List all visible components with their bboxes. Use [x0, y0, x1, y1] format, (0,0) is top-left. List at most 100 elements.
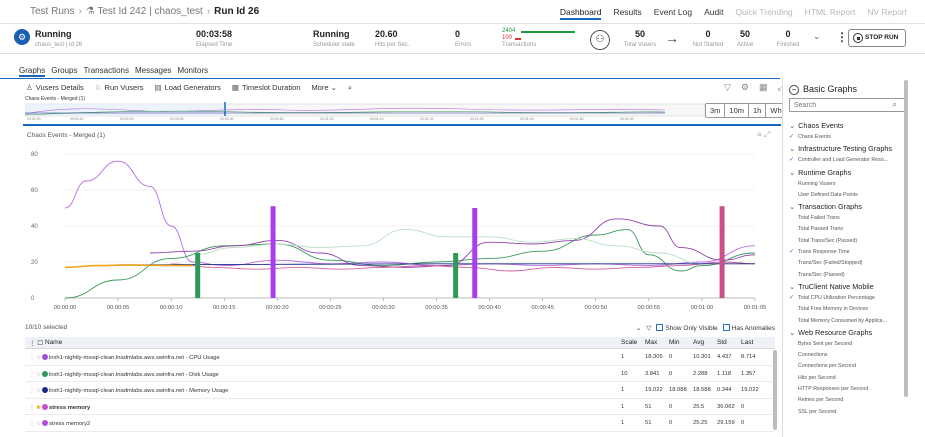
graph-item[interactable]: Controller and Load Generator Reso...: [789, 155, 914, 166]
search-icon[interactable]: ⌕: [892, 99, 897, 110]
drag-icon[interactable]: ⋮: [29, 355, 35, 361]
graph-item[interactable]: Total Passed Trans: [789, 224, 914, 235]
table-scrollbar[interactable]: [773, 350, 777, 430]
series-color-dot[interactable]: [42, 420, 48, 426]
star-icon[interactable]: ☆: [36, 372, 41, 378]
drag-icon[interactable]: ⋮: [29, 388, 35, 394]
show-only-visible-checkbox[interactable]: Show Only Visible: [656, 324, 718, 332]
graph-item[interactable]: Trans Response Time: [789, 247, 914, 258]
tab-messages[interactable]: Messages: [135, 66, 171, 77]
graph-item[interactable]: Total Trans/Sec (Passed): [789, 236, 914, 247]
timeslot-duration-button[interactable]: ▦ Timeslot Duration: [232, 83, 301, 93]
star-icon[interactable]: ☆: [36, 421, 41, 427]
graph-group[interactable]: ⌄ Chaos Events: [789, 120, 914, 132]
chevron-down-icon[interactable]: ⌄: [813, 31, 827, 45]
tab-dashboard[interactable]: Dashboard: [559, 7, 602, 20]
zoom-1h[interactable]: 1h: [748, 104, 765, 117]
tab-transactions[interactable]: Transactions: [83, 66, 129, 77]
panel-scrollbar[interactable]: [904, 80, 908, 397]
graph-item[interactable]: Trans/Sec (Passed): [789, 270, 914, 281]
breadcrumb-test-runs[interactable]: Test Runs: [30, 6, 74, 17]
stop-run-button[interactable]: STOP RUN: [848, 29, 906, 47]
tab-graphs[interactable]: Graphs: [19, 66, 46, 77]
has-anomalies-checkbox[interactable]: Has Anomalies: [722, 324, 775, 332]
row-label: lnxh1-nightly-mssql-clean.lnadmlabs.aws.…: [49, 388, 229, 394]
column-max[interactable]: Max: [645, 339, 657, 346]
table-row[interactable]: ⋮★ stress memory 1 51 0 25.5 36.062 0: [25, 399, 775, 415]
zoom-3m[interactable]: 3m: [706, 104, 724, 117]
chevron-down-icon[interactable]: ⌄: [636, 324, 641, 332]
tab-monitors[interactable]: Monitors: [177, 66, 208, 77]
table-row[interactable]: ⋮☆ lnxh1-nightly-mssql-clean.lnadmlabs.aw…: [25, 382, 775, 399]
run-vusers-button[interactable]: ♘ Run Vusers: [95, 83, 144, 93]
filter-icon[interactable]: ▽: [646, 324, 651, 332]
graph-item[interactable]: Connections: [789, 350, 914, 361]
drag-icon[interactable]: ⋮: [29, 372, 35, 378]
column-avg[interactable]: Avg: [693, 339, 704, 346]
gear-icon[interactable]: ⚙: [741, 82, 749, 93]
overview-timeline[interactable]: 00:00:00 00:00:10 00:00:20 00:00:30 00:00:40…: [25, 96, 705, 123]
collapse-icon[interactable]: −: [789, 85, 799, 95]
filter-icon[interactable]: ▽: [724, 82, 731, 93]
column-min[interactable]: Min: [669, 339, 679, 346]
column-scale[interactable]: Scale: [621, 339, 637, 346]
graph-item[interactable]: Total Memory Consumed by Applica...: [789, 316, 914, 327]
tab-event-log[interactable]: Event Log: [654, 7, 692, 20]
cell-min: 0: [669, 420, 673, 426]
series-color-dot[interactable]: [42, 370, 48, 377]
scheduler-state: Running Scheduler state: [313, 29, 355, 51]
tab-audit[interactable]: Audit: [704, 7, 723, 20]
graph-item[interactable]: HTTP Responses per Second: [789, 384, 914, 395]
column-last[interactable]: Last: [741, 339, 753, 346]
graph-group[interactable]: ⌄ Transaction Graphs: [789, 201, 914, 213]
graph-item[interactable]: Total Failed Trans: [789, 213, 914, 224]
star-icon[interactable]: ☆: [36, 388, 41, 394]
star-icon[interactable]: ☆: [36, 355, 41, 361]
drag-icon[interactable]: ⋮: [29, 421, 35, 427]
graph-item[interactable]: Chaos Events: [789, 132, 914, 143]
graph-item[interactable]: Hits per Second: [789, 373, 914, 384]
graph-item[interactable]: SSL per Second: [789, 407, 914, 418]
more-menu[interactable]: More ⌄: [311, 83, 336, 93]
graph-search-input[interactable]: [789, 98, 906, 112]
series-color-dot[interactable]: [42, 387, 48, 393]
layout-grid-icon[interactable]: ▦: [759, 82, 768, 93]
table-row[interactable]: ⋮☆ stress memory2 1 51 0 25.25 29.159 0: [25, 415, 775, 432]
tab-groups[interactable]: Groups: [51, 66, 77, 77]
not-started: 0 Not Started: [690, 29, 726, 51]
chaos-events-chart[interactable]: 0 20 40 60 80 00:00:00 00:00:05 00:00:10 00:00:1…: [25, 140, 775, 318]
kebab-menu-icon[interactable]: ⋮: [836, 30, 848, 44]
expand-icon[interactable]: ⤢: [764, 130, 770, 139]
drag-icon[interactable]: ⋮: [29, 405, 35, 411]
menu-icon[interactable]: ≡: [757, 130, 762, 139]
star-icon[interactable]: ★: [36, 405, 41, 411]
graph-group[interactable]: ⌄ Runtime Graphs: [789, 167, 914, 179]
graph-item[interactable]: Trans/Sec (Failed/Stopped): [789, 258, 914, 269]
graph-item[interactable]: User Defined Data Points: [789, 190, 914, 201]
table-row[interactable]: ⋮☆ lnxh1-nightly-mssql-clean.lnadmlabs.aw…: [25, 349, 775, 366]
top-bar: Test Runs › ⚗ Test Id 242 | chaos_test › Run…: [0, 0, 925, 24]
x-tick-label: 00:00:10: [160, 305, 183, 311]
graph-group[interactable]: ⌄ Web Resource Graphs: [789, 327, 914, 339]
series-color-dot[interactable]: [42, 403, 48, 410]
tab-results[interactable]: Results: [613, 7, 641, 20]
zoom-10m[interactable]: 10m: [724, 104, 748, 117]
graph-group[interactable]: ⌄ Infrastructure Testing Graphs: [789, 143, 914, 155]
graph-item[interactable]: Bytes Sent per Second: [789, 339, 914, 350]
load-generators-button[interactable]: ▤ Load Generators: [154, 83, 220, 93]
cell-last: 8.714: [741, 354, 756, 360]
graph-list: ⌄Chaos EventsChaos Events⌄Infrastructure…: [789, 120, 914, 418]
series-color-dot[interactable]: [42, 354, 48, 360]
column-name[interactable]: Name: [45, 339, 62, 346]
table-row[interactable]: ⋮☆ lnxh1-nightly-mssql-clean.lnadmlabs.aw…: [25, 366, 775, 382]
graph-item[interactable]: Total Free Memory in Devices: [789, 304, 914, 315]
vusers-details-button[interactable]: ♙ Vusers Details: [26, 83, 84, 93]
column-std[interactable]: Std: [717, 339, 727, 346]
search-icon[interactable]: ⌕: [348, 83, 352, 93]
breadcrumb-test[interactable]: Test Id 242 | chaos_test: [97, 6, 202, 17]
graph-item[interactable]: Connections per Second: [789, 361, 914, 372]
graph-item[interactable]: Running Vusers: [789, 179, 914, 190]
graph-group[interactable]: ⌄ TruClient Native Mobile: [789, 281, 914, 293]
graph-item[interactable]: Total CPU Utilization Percentage: [789, 293, 914, 304]
graph-item[interactable]: Retries per Second: [789, 395, 914, 406]
